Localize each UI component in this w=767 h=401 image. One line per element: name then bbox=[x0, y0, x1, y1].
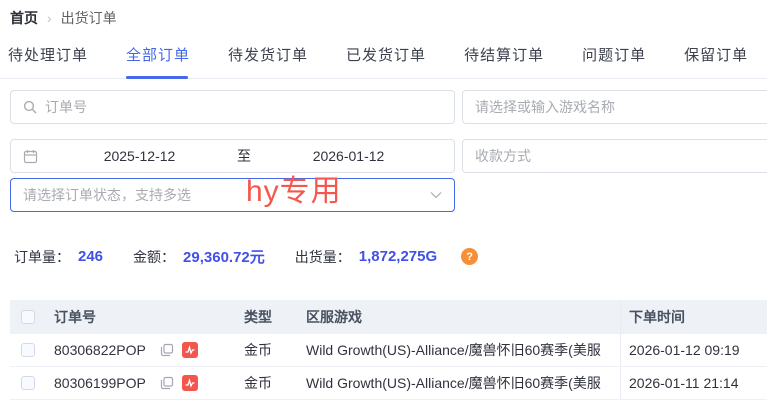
orders-table: 订单号 类型 区服游戏 下单时间 80306822POP bbox=[10, 300, 767, 400]
column-header-game: 区服游戏 bbox=[298, 300, 620, 334]
start-date-value[interactable]: 2025-12-12 bbox=[46, 148, 233, 164]
tab-shipped-orders[interactable]: 已发货订单 bbox=[346, 44, 426, 78]
tab-pending-orders[interactable]: 待处理订单 bbox=[8, 44, 88, 78]
tab-all-orders[interactable]: 全部订单 bbox=[126, 44, 190, 78]
breadcrumb: 首页 › 出货订单 bbox=[10, 8, 117, 28]
order-number-search[interactable] bbox=[10, 90, 455, 124]
order-status-placeholder: 请选择订单状态，支持多选 bbox=[23, 185, 430, 205]
header-checkbox-cell bbox=[10, 300, 46, 334]
amount-value: 29,360.72元 bbox=[183, 246, 265, 267]
row-checkbox[interactable] bbox=[21, 343, 35, 357]
tab-held-orders[interactable]: 保留订单 bbox=[684, 44, 748, 78]
column-header-type: 类型 bbox=[236, 300, 298, 334]
shipping-orders-page: 首页 › 出货订单 待处理订单 全部订单 待发货订单 已发货订单 待结算订单 问… bbox=[0, 0, 767, 401]
order-type-cell: 金币 bbox=[236, 367, 298, 399]
order-count-value: 246 bbox=[78, 248, 103, 265]
breadcrumb-separator-icon: › bbox=[47, 10, 52, 26]
order-count-stat: 订单量： 246 bbox=[14, 247, 103, 267]
game-name-select[interactable] bbox=[462, 90, 767, 124]
order-type-cell: 金币 bbox=[236, 334, 298, 366]
game-server-cell: Wild Growth(US)-Alliance/魔兽怀旧60赛季(美服 bbox=[298, 367, 620, 399]
game-server-cell: Wild Growth(US)-Alliance/魔兽怀旧60赛季(美服 bbox=[298, 334, 620, 366]
date-range-to-label: 至 bbox=[233, 146, 255, 166]
shipment-stat: 出货量： 1,872,275G bbox=[295, 247, 437, 267]
breadcrumb-home-link[interactable]: 首页 bbox=[10, 8, 38, 28]
breadcrumb-current: 出货订单 bbox=[61, 8, 117, 28]
copy-icon[interactable] bbox=[160, 343, 174, 357]
hy-annotation-text: hy专用 bbox=[246, 166, 342, 210]
date-range-picker[interactable]: 2025-12-12 至 2026-01-12 bbox=[10, 139, 455, 173]
select-all-checkbox[interactable] bbox=[21, 310, 35, 324]
order-count-label: 订单量： bbox=[14, 247, 70, 267]
tab-problem-orders[interactable]: 问题订单 bbox=[582, 44, 646, 78]
tab-to-settle-orders[interactable]: 待结算订单 bbox=[464, 44, 544, 78]
payment-method-select[interactable] bbox=[462, 139, 767, 173]
table-header-row: 订单号 类型 区服游戏 下单时间 bbox=[10, 300, 767, 334]
order-time-cell: 2026-01-12 09:19 bbox=[620, 334, 767, 366]
tab-to-ship-orders[interactable]: 待发货订单 bbox=[228, 44, 308, 78]
column-header-order-no: 订单号 bbox=[46, 300, 236, 334]
copy-icon[interactable] bbox=[160, 376, 174, 390]
search-icon bbox=[23, 100, 37, 114]
order-time-cell: 2026-01-11 21:14 bbox=[620, 367, 767, 399]
calendar-icon bbox=[23, 149, 38, 164]
table-row: 80306199POP 金币 Wild Gr bbox=[10, 367, 767, 400]
end-date-value[interactable]: 2026-01-12 bbox=[255, 148, 442, 164]
trend-chart-icon[interactable] bbox=[182, 342, 198, 358]
row-checkbox[interactable] bbox=[21, 376, 35, 390]
row-checkbox-cell bbox=[10, 367, 46, 399]
order-no-cell: 80306199POP bbox=[46, 367, 236, 399]
trend-chart-icon[interactable] bbox=[182, 375, 198, 391]
order-no-text: 80306199POP bbox=[54, 375, 146, 391]
order-no-text: 80306822POP bbox=[54, 342, 146, 358]
game-name-input[interactable] bbox=[475, 99, 767, 115]
shipment-label: 出货量： bbox=[295, 247, 351, 267]
shipment-value: 1,872,275G bbox=[359, 248, 437, 265]
order-status-multiselect[interactable]: 请选择订单状态，支持多选 bbox=[10, 178, 455, 212]
amount-label: 金额： bbox=[133, 247, 175, 267]
amount-stat: 金额： 29,360.72元 bbox=[133, 246, 265, 267]
table-row: 80306822POP 金币 Wild Gr bbox=[10, 334, 767, 367]
column-header-time: 下单时间 bbox=[620, 300, 767, 334]
chevron-down-icon[interactable] bbox=[430, 191, 442, 199]
help-icon[interactable]: ? bbox=[461, 248, 478, 265]
order-tabs: 待处理订单 全部订单 待发货订单 已发货订单 待结算订单 问题订单 保留订单 bbox=[0, 44, 767, 79]
row-checkbox-cell bbox=[10, 334, 46, 366]
order-number-input[interactable] bbox=[45, 99, 442, 115]
summary-stats: 订单量： 246 金额： 29,360.72元 出货量： 1,872,275G … bbox=[14, 246, 478, 267]
payment-method-input[interactable] bbox=[475, 148, 767, 164]
order-no-cell: 80306822POP bbox=[46, 334, 236, 366]
